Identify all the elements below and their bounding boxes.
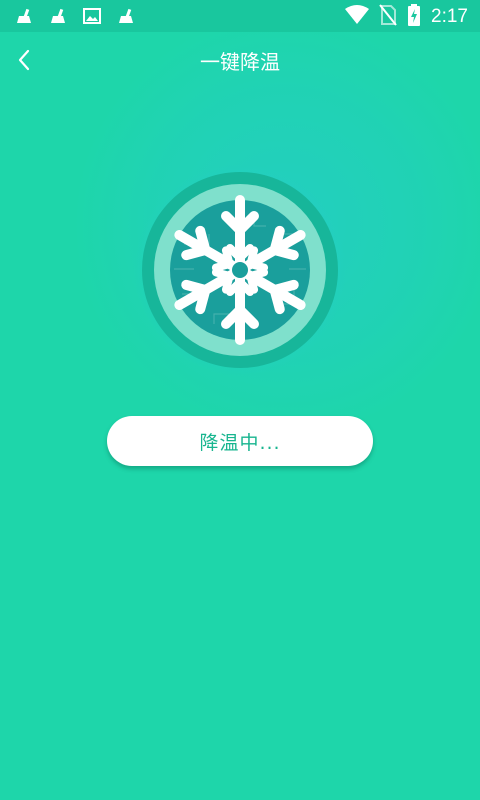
status-right-icons: 2:17 <box>345 4 468 30</box>
no-sim-icon <box>379 4 397 30</box>
image-icon <box>82 6 102 26</box>
cooling-hero <box>134 164 346 376</box>
broom-icon <box>14 6 34 26</box>
page-title: 一键降温 <box>200 50 280 74</box>
broom-icon <box>48 6 68 26</box>
broom-icon <box>116 6 136 26</box>
status-time: 2:17 <box>431 6 468 27</box>
snowflake-graphic <box>134 164 346 376</box>
header: 一键降温 <box>0 32 480 92</box>
cooling-status-button[interactable]: 降温中... <box>107 416 373 466</box>
wifi-icon <box>345 5 370 29</box>
battery-charging-icon <box>407 4 421 30</box>
cooling-status-label: 降温中... <box>199 431 281 454</box>
screen: 2:17 一键降温 降温中... <box>0 0 480 800</box>
status-bar: 2:17 <box>0 0 480 32</box>
status-left-icons <box>14 6 136 26</box>
